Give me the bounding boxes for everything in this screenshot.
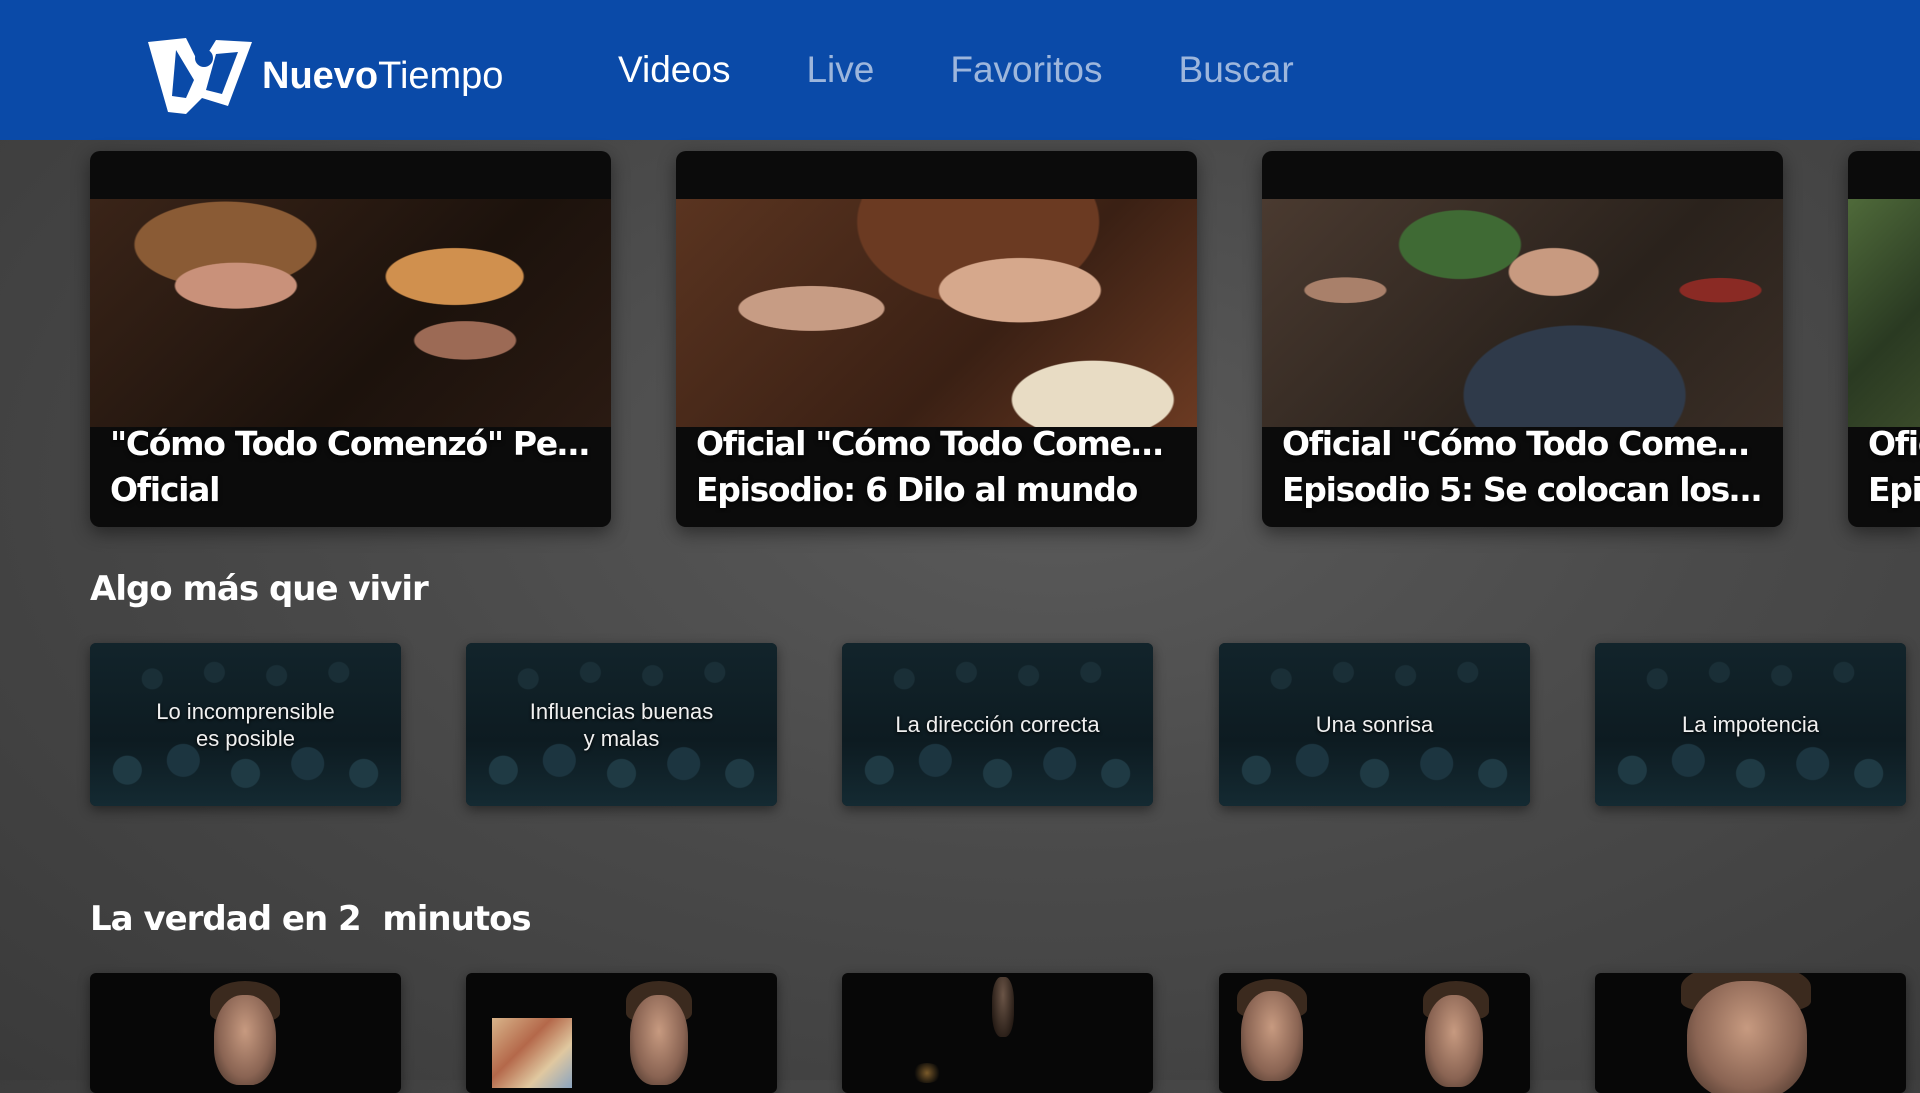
painting-thumbnail [492,1018,572,1088]
video-title: Influencias buenas y malas [476,643,767,806]
featured-video-card[interactable]: Oficial "Cómo Todo Comenzó" Episodio: 6 … [676,151,1197,527]
video-title: Ofic Epis [1868,421,1920,513]
logo-wordmark-bold: Nuevo [262,54,379,97]
video-thumbnail [676,199,1197,427]
video-title-line-1: Una sonrisa [1315,712,1434,737]
video-thumbnail [1262,199,1783,427]
video-title-line-1: Oficial "Cómo Todo Comenzó" [1282,424,1763,463]
video-card[interactable] [1219,973,1530,1093]
video-title-line-1: "Cómo Todo Comenzó" Película [110,424,591,463]
video-card[interactable]: La impotencia [1595,643,1906,806]
video-title: Oficial "Cómo Todo Comenzó" Episodio: 6 … [696,421,1177,513]
video-thumbnail [1848,199,1920,427]
video-card[interactable] [842,973,1153,1093]
video-title: Una sonrisa [1229,643,1520,806]
presenter-thumbnail [1425,995,1483,1087]
video-title: La impotencia [1605,643,1896,806]
presenter-thumbnail [630,995,688,1085]
video-card[interactable] [466,973,777,1093]
video-title-line-1: La impotencia [1682,712,1819,737]
video-card[interactable] [90,973,401,1093]
nav-tab-live[interactable]: Live [768,49,912,91]
top-navigation-bar: NuevoTiempo Videos Live Favoritos Buscar [0,0,1920,140]
video-title-line-2: Episodio: 6 Dilo al mundo [696,470,1138,509]
section-title: Algo más que vivir [90,569,429,609]
featured-video-card-partial[interactable]: Ofic Epis [1848,151,1920,527]
featured-video-card[interactable]: "Cómo Todo Comenzó" Película Oficial [90,151,611,527]
video-title: Oficial "Cómo Todo Comenzó" Episodio 5: … [1282,421,1763,513]
video-title-line-2: Epis [1868,470,1920,509]
presenter-thumbnail [214,995,276,1085]
video-title-line-2: es posible [195,725,296,751]
nav-tab-videos[interactable]: Videos [580,49,768,91]
candle-thumbnail [912,1063,942,1083]
video-title-line-2: Oficial [110,470,220,509]
logo-wordmark: NuevoTiempo [262,55,503,98]
video-title-line-1: Ofic [1868,424,1920,463]
presenter-thumbnail [992,977,1014,1037]
nav-tab-favoritos[interactable]: Favoritos [912,49,1140,91]
video-title-line-1: Oficial "Cómo Todo Comenzó" [696,424,1177,463]
video-thumbnail [90,199,611,427]
video-card[interactable]: Una sonrisa [1219,643,1530,806]
presenter-thumbnail [1241,991,1303,1081]
nav-tab-buscar[interactable]: Buscar [1141,49,1332,91]
video-title-line-2: Episodio 5: Se colocan los ci… [1282,470,1763,509]
video-title-line-1: Influencias buenas [529,698,714,724]
video-card[interactable]: Influencias buenas y malas [466,643,777,806]
video-card[interactable] [1595,973,1906,1093]
video-title: Lo incomprensible es posible [100,643,391,806]
video-card[interactable]: Lo incomprensible es posible [90,643,401,806]
featured-video-card[interactable]: Oficial "Cómo Todo Comenzó" Episodio 5: … [1262,151,1783,527]
video-title-line-1: Lo incomprensible [156,698,335,724]
video-card[interactable]: La dirección correcta [842,643,1153,806]
video-title-line-1: La dirección correcta [895,712,1100,737]
presenter-thumbnail [1687,981,1807,1093]
logo-wordmark-thin: Tiempo [378,54,504,97]
section-title: La verdad en 2 minutos [90,899,532,939]
nuevo-tiempo-logo-icon [148,38,252,114]
video-title: La dirección correcta [852,643,1143,806]
nuevo-tiempo-logo[interactable]: NuevoTiempo [146,36,503,116]
video-title-line-2: y malas [583,725,660,751]
video-title: "Cómo Todo Comenzó" Película Oficial [110,421,591,513]
main-nav: Videos Live Favoritos Buscar [580,40,1332,100]
